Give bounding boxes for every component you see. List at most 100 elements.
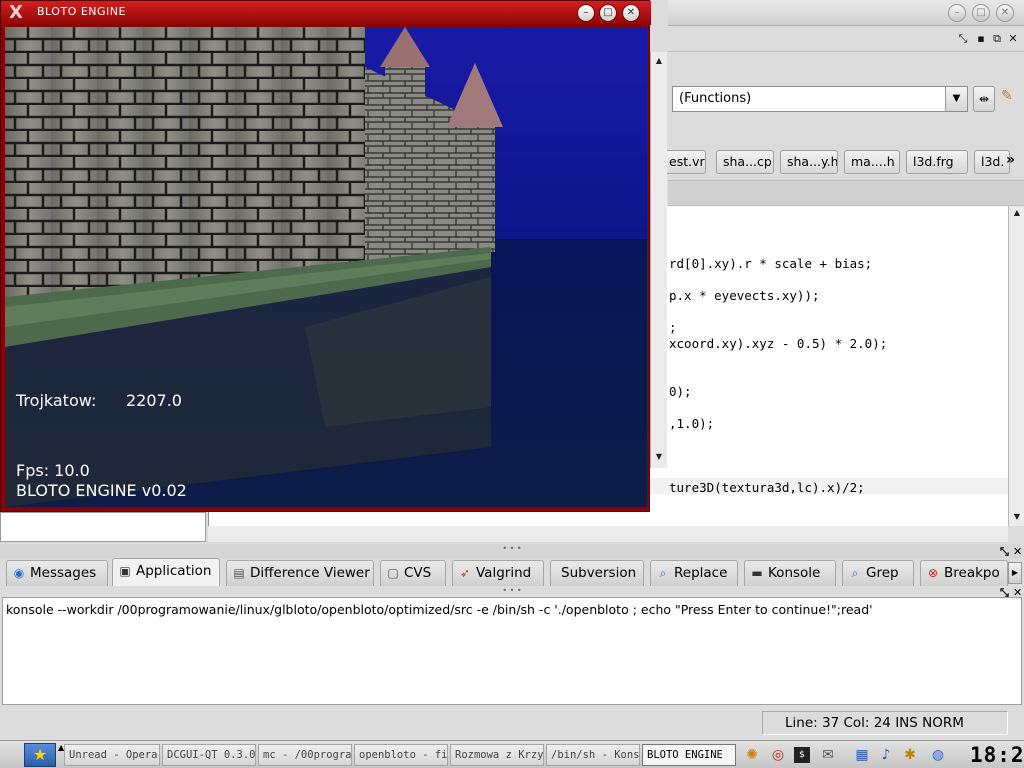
konsole-icon: ▬: [751, 566, 763, 580]
tab-grep[interactable]: ⌕ Grep: [842, 560, 914, 586]
navigate-button[interactable]: ⇹: [973, 86, 995, 112]
file-tabs: est.vrt sha...cpp sha...y.h ma....h l3d.…: [662, 146, 1024, 178]
start-menu-button[interactable]: ★: [24, 743, 56, 767]
game-window[interactable]: X BLOTO ENGINE – □ ✕ Trojkatow: 2207.0 F…: [0, 0, 651, 512]
more-tabs-icon[interactable]: »: [1006, 152, 1015, 168]
tab-subversion[interactable]: Subversion: [550, 560, 644, 586]
task-rozmowa[interactable]: Rozmowa z Krzyc: [450, 744, 544, 766]
code-line: ;: [669, 320, 677, 335]
mdi-restore-icon[interactable]: ⧉: [990, 32, 1004, 46]
star-icon: ★: [32, 745, 48, 764]
mdi-resize-icon[interactable]: ⤡: [956, 32, 970, 46]
diff-icon: ▤: [233, 566, 245, 580]
application-output[interactable]: konsole --workdir /00programowanie/linux…: [2, 597, 1022, 705]
tab-label: Valgrind: [476, 565, 532, 581]
vertical-scrollbar[interactable]: ▲ ▼: [650, 52, 667, 468]
game-titlebar[interactable]: X BLOTO ENGINE – □ ✕: [1, 1, 651, 25]
terminal-icon[interactable]: $: [794, 747, 810, 763]
file-tab[interactable]: sha...y.h: [780, 150, 838, 174]
cvs-icon: ▢: [387, 566, 399, 580]
minimize-icon[interactable]: –: [948, 4, 966, 22]
file-tab[interactable]: l3d.: [974, 150, 1010, 174]
clock[interactable]: 18:24: [970, 743, 1024, 767]
tab-label: Breakpo: [944, 565, 1000, 581]
x-logo-icon[interactable]: X: [5, 2, 27, 24]
dock-handle[interactable]: • • •: [0, 544, 1024, 558]
wand-icon[interactable]: ✎: [1001, 88, 1021, 110]
grep-icon: ⌕: [851, 566, 859, 580]
editor-vertical-scrollbar[interactable]: ▲ ▼: [1008, 206, 1024, 526]
tabs-scroll-right-icon[interactable]: ▶: [1008, 562, 1022, 584]
application-icon: ▣: [119, 564, 131, 578]
editor-horizontal-scrollbar[interactable]: [208, 526, 1008, 542]
cursor-status: Line: 37 Col: 24 INS NORM: [762, 711, 1008, 735]
messages-icon: ◉: [13, 566, 25, 580]
scroll-down-icon[interactable]: ▼: [1009, 510, 1024, 524]
task-bloto-engine[interactable]: BLOTO ENGINE: [642, 744, 736, 766]
file-tab[interactable]: l3d.frg: [906, 150, 968, 174]
maximize-icon[interactable]: □: [599, 4, 617, 22]
close-icon[interactable]: ✕: [996, 4, 1014, 22]
tab-label: Replace: [674, 565, 728, 581]
breakpoint-icon: ⊗: [927, 566, 939, 580]
mdi-minimize-icon[interactable]: ▪: [974, 32, 988, 46]
output-line: konsole --workdir /00programowanie/linux…: [6, 602, 873, 617]
chevron-down-icon[interactable]: ▼: [945, 87, 967, 111]
dock-handle[interactable]: • • •: [0, 586, 1024, 596]
functions-combo-value: (Functions): [679, 91, 752, 106]
task-konsole[interactable]: /bin/sh - Konso: [546, 744, 640, 766]
maximize-icon[interactable]: □: [972, 4, 990, 22]
tool-tabs: ◉ Messages ▣ Application ▤ Difference Viewe…: [0, 558, 1024, 586]
task-dcgui[interactable]: DCGUI-QT 0.3.0.s: [162, 744, 256, 766]
tab-messages[interactable]: ◉ Messages: [6, 560, 108, 586]
tab-replace[interactable]: ⌕ Replace: [650, 560, 738, 586]
tab-breakpoints[interactable]: ⊗ Breakpo: [920, 560, 1008, 586]
desktop-icon[interactable]: ▦: [852, 745, 872, 765]
navigate-icon: ⇹: [978, 92, 990, 106]
replace-icon: ⌕: [659, 566, 667, 580]
window-title: BLOTO ENGINE: [37, 5, 126, 18]
clipboard-icon[interactable]: ✉: [818, 745, 838, 765]
tab-valgrind[interactable]: ➶ Valgrind: [452, 560, 544, 586]
opera-icon[interactable]: ◎: [768, 745, 788, 765]
minimize-icon[interactable]: –: [577, 4, 595, 22]
volume-icon[interactable]: ♪: [876, 745, 896, 765]
status-bar: Line: 37 Col: 24 INS NORM: [0, 708, 1024, 738]
ide-titlebar: – □ ✕: [668, 0, 1024, 26]
rendered-scene: [5, 27, 647, 507]
close-icon[interactable]: ✕: [622, 4, 640, 22]
tab-label: Difference Viewer: [250, 565, 370, 581]
file-tab[interactable]: ma....h: [844, 150, 900, 174]
scroll-up-icon[interactable]: ▲: [651, 54, 667, 68]
code-line: ture3D(textura3d,lc).x)/2;: [669, 480, 865, 495]
triangles-value: 2207.0: [126, 391, 182, 410]
code-line: ,1.0);: [669, 416, 715, 431]
task-openbloto[interactable]: openbloto - fil: [354, 744, 448, 766]
scroll-up-icon[interactable]: ▲: [1009, 206, 1024, 220]
taskbar: ★ ▲ Unread - Opera DCGUI-QT 0.3.0.s mc -…: [0, 740, 1024, 768]
functions-combo[interactable]: (Functions) ▼: [672, 86, 968, 112]
settings-icon[interactable]: ✱: [900, 745, 920, 765]
file-tab[interactable]: est.vrt: [662, 150, 706, 174]
mdi-close-icon[interactable]: ✕: [1006, 32, 1020, 46]
blender-icon[interactable]: ✺: [742, 745, 762, 765]
tab-label: Messages: [30, 565, 97, 581]
task-opera[interactable]: Unread - Opera: [64, 744, 160, 766]
tab-cvs[interactable]: ▢ CVS: [380, 560, 446, 586]
tab-label: Subversion: [561, 565, 637, 581]
dock-float-icon[interactable]: ⤡: [1000, 545, 1009, 559]
globe-icon[interactable]: ◍: [928, 745, 948, 765]
fps-readout: Fps: 10.0: [16, 461, 90, 480]
dock-close-icon[interactable]: ✕: [1013, 545, 1022, 558]
tab-application[interactable]: ▣ Application: [112, 558, 220, 586]
mdi-controls: ⤡ ▪ ⧉ ✕: [668, 26, 1024, 52]
scroll-down-icon[interactable]: ▼: [651, 450, 667, 464]
left-panel: [0, 512, 206, 542]
file-tab[interactable]: sha...cpp: [716, 150, 774, 174]
task-mc[interactable]: mc - /00program: [258, 744, 352, 766]
tab-difference-viewer[interactable]: ▤ Difference Viewer: [226, 560, 374, 586]
code-line: xcoord.xy).xyz - 0.5) * 2.0);: [669, 336, 888, 351]
tab-label: Konsole: [768, 565, 821, 581]
game-viewport[interactable]: Trojkatow: 2207.0 Fps: 10.0 BLOTO ENGINE…: [5, 27, 647, 507]
tab-konsole[interactable]: ▬ Konsole: [744, 560, 836, 586]
